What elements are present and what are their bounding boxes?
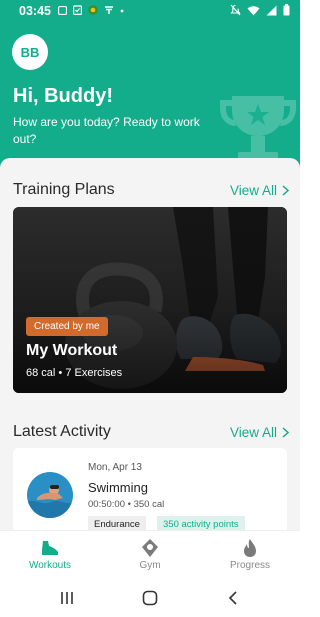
latest-activity-view-all[interactable]: View All xyxy=(230,425,289,440)
status-bar: 03:45 xyxy=(0,0,300,22)
activity-date: Mon, Apr 13 xyxy=(88,462,142,473)
activity-name: Swimming xyxy=(88,480,148,495)
signal-icon xyxy=(266,5,277,15)
home-icon[interactable] xyxy=(141,589,159,607)
activity-card[interactable]: Mon, Apr 13 Swimming 00:50:00 • 350 cal … xyxy=(13,448,287,530)
chevron-right-icon xyxy=(282,185,289,196)
status-time: 03:45 xyxy=(19,4,51,18)
nav-workouts[interactable]: Workouts xyxy=(0,531,100,579)
avatar[interactable]: BB xyxy=(12,34,48,70)
wifi-icon xyxy=(247,5,260,15)
nav-progress-label: Progress xyxy=(229,560,270,571)
created-by-me-badge: Created by me xyxy=(26,317,108,336)
location-pin-icon xyxy=(142,539,158,557)
activity-meta: 00:50:00 • 350 cal xyxy=(88,499,165,510)
swimming-thumbnail xyxy=(27,472,73,518)
app-badge-icon xyxy=(88,5,98,15)
clipboard-icon xyxy=(73,5,82,15)
endurance-tag: Endurance xyxy=(88,516,146,530)
back-icon[interactable] xyxy=(224,589,242,607)
header: BB Hi, Buddy! How are you today? Ready t… xyxy=(0,22,300,172)
nav-gym[interactable]: Gym xyxy=(100,531,200,579)
nav-progress[interactable]: Progress xyxy=(200,531,300,579)
flame-icon xyxy=(244,539,256,557)
download-icon xyxy=(105,6,113,14)
plan-stats: 68 cal • 7 Exercises xyxy=(26,367,123,379)
training-plans-title: Training Plans xyxy=(13,181,115,198)
training-plan-card[interactable]: Created by me My Workout 68 cal • 7 Exer… xyxy=(13,207,287,393)
greeting-subtitle: How are you today? Ready to work out? xyxy=(13,115,200,146)
nav-gym-label: Gym xyxy=(139,560,161,571)
view-all-label: View All xyxy=(229,183,277,198)
activity-points-tag: 350 activity points xyxy=(157,516,245,530)
content-sheet: Training Plans View All Created by me My… xyxy=(0,158,300,530)
status-right-icons xyxy=(230,4,290,16)
latest-activity-title: Latest Activity xyxy=(13,423,111,440)
bottom-nav: Workouts Gym Progress xyxy=(0,530,300,578)
training-plans-view-all[interactable]: View All xyxy=(230,183,289,198)
workout-photo xyxy=(13,207,287,393)
dot-icon xyxy=(120,9,124,13)
sneaker-icon xyxy=(42,541,58,555)
status-left-icons xyxy=(58,5,124,15)
battery-icon xyxy=(283,4,290,16)
recents-icon[interactable] xyxy=(58,589,76,607)
greeting: Hi, Buddy! xyxy=(13,85,113,107)
plan-name: My Workout xyxy=(26,342,118,359)
message-icon xyxy=(58,5,67,15)
nav-workouts-label: Workouts xyxy=(28,560,72,571)
chevron-right-icon xyxy=(282,427,289,438)
mute-icon xyxy=(230,4,241,16)
view-all-label: View All xyxy=(229,425,277,440)
system-nav-bar xyxy=(0,578,300,617)
